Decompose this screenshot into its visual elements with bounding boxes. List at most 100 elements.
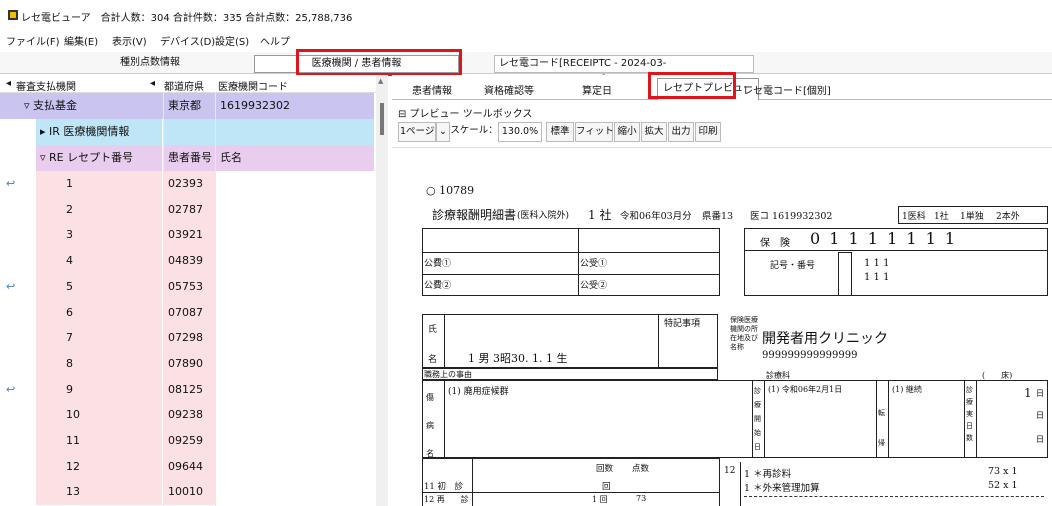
item2-val: 52 x 1 xyxy=(988,480,1018,491)
receipt-no: 4 xyxy=(36,248,162,275)
tab-receden[interactable]: レセ電コード[RECEIPTC - 2024-03-26T121510.220.… xyxy=(494,55,754,85)
subtab-shikaku[interactable]: 資格確認等 xyxy=(484,82,534,97)
chevron-down-icon[interactable]: ⌄ xyxy=(436,122,450,142)
export-button[interactable]: 出力 xyxy=(668,122,694,142)
receipt-row[interactable]: 11 09259 xyxy=(0,428,374,454)
receipt-row[interactable]: 3 03921 xyxy=(0,222,374,249)
toolbox-label[interactable]: ⊟ プレビュー ツールボックス xyxy=(398,105,532,120)
rule xyxy=(472,458,473,506)
scale-label: スケール： xyxy=(450,122,498,142)
scroll-up-icon[interactable]: ▲ xyxy=(378,77,383,85)
tenki1: (1) 継続 xyxy=(892,385,922,394)
menu-view[interactable]: 表示(V) xyxy=(112,33,147,48)
right-preview-pane: 患者情報 資格確認等 算定日 レセプトプレビュー レセ電コード[個別] ⊟ プレ… xyxy=(392,72,1052,506)
header-code[interactable]: 医療機関コード xyxy=(218,78,288,93)
zoom-in-button[interactable]: 拡大 xyxy=(641,122,667,142)
hoken-label: 保 険 xyxy=(760,238,790,249)
rule xyxy=(422,274,720,275)
tree-re-label: ▿ RE レセプト番号 xyxy=(36,145,162,171)
ir-col3 xyxy=(216,119,374,145)
rule xyxy=(578,228,579,296)
receipt-row[interactable]: 7 07298 xyxy=(0,325,374,352)
re-col2: 患者番号 xyxy=(164,145,216,171)
receipt-row[interactable]: 13 10010 xyxy=(0,479,374,506)
shoshin-label: 11 初 診 xyxy=(424,482,464,492)
receipt-box3: 1単独 xyxy=(960,212,984,222)
receipt-row[interactable]: 12 09644 xyxy=(0,453,374,480)
byomei-label: 傷病名 xyxy=(426,393,434,458)
patient-name xyxy=(216,273,374,300)
patient-name xyxy=(216,248,374,275)
unit-day: 日 xyxy=(1036,411,1044,420)
receipt-no: 7 xyxy=(36,325,162,352)
expand-down-icon[interactable]: ▿ xyxy=(40,151,49,164)
receipt-no: 8 xyxy=(36,350,162,377)
receipt-box1: 1医科 xyxy=(902,212,926,222)
receipt-pref-no: 県番13 xyxy=(702,211,734,222)
dashed-rule xyxy=(744,496,1044,497)
patient-no: 08125 xyxy=(164,376,216,403)
patient-no: 02393 xyxy=(164,171,216,197)
menu-device[interactable]: デバイス(D) xyxy=(160,33,215,48)
receipt-row[interactable]: 8 07890 xyxy=(0,350,374,377)
fit-button[interactable]: フィット xyxy=(575,122,614,142)
subtab-receden-kobetsu[interactable]: レセ電コード[個別] xyxy=(743,82,831,97)
page-select[interactable]: 1ページ xyxy=(398,122,436,142)
menu-settings[interactable]: 設定(S) xyxy=(215,33,249,48)
standard-button[interactable]: 標準 xyxy=(546,122,574,142)
receipt-title: 診療報酬明細書 xyxy=(432,208,517,222)
receipt-row[interactable]: 6 07087 xyxy=(0,299,374,326)
expand-right-icon[interactable]: ▸ xyxy=(40,125,49,138)
header-shinsa-icon[interactable]: ◂ xyxy=(6,78,11,89)
juku2-label: 公受② xyxy=(580,281,608,291)
item2: 1 ＊外来管理加算 xyxy=(744,483,820,494)
receipt-shaho: 1 社 xyxy=(588,208,612,222)
patient-name xyxy=(216,428,374,454)
highlight-preview-tab xyxy=(648,72,736,99)
scrollbar-thumb[interactable] xyxy=(380,103,384,135)
print-button[interactable]: 印刷 xyxy=(695,122,721,142)
item1: 1 ＊再診料 xyxy=(744,469,792,480)
tokki-label: 特記事項 xyxy=(664,319,701,329)
receipt-row[interactable]: ↩ 9 08125 xyxy=(0,376,374,403)
receipt-row[interactable]: 2 02787 xyxy=(0,196,374,223)
tree-row-payer[interactable]: ▿ 支払基金 東京都 1619932302 xyxy=(0,93,374,119)
left-tree-pane: ◂ 審査支払機関 ◂ 都道府県 医療機関コード ▿ 支払基金 東京都 16199… xyxy=(0,75,388,506)
left-scrollbar[interactable]: ▲ xyxy=(376,75,388,506)
receipt-row[interactable]: 4 04839 xyxy=(0,248,374,275)
return-arrow-icon: ↩ xyxy=(6,177,16,190)
nissu-label: 診療実日数 xyxy=(966,386,973,442)
header-pref-icon[interactable]: ◂ xyxy=(150,78,155,89)
tree-header: ◂ 審査支払機関 ◂ 都道府県 医療機関コード xyxy=(0,75,388,93)
patient-name xyxy=(216,350,374,377)
shokumu-label: 職務上の事由 xyxy=(424,370,472,379)
receipt-row[interactable]: 10 09238 xyxy=(0,402,374,429)
unit-day: 日 xyxy=(1036,435,1044,444)
patient-name xyxy=(216,376,374,403)
header-pref[interactable]: 都道府県 xyxy=(164,78,204,93)
menu-help[interactable]: ヘルプ xyxy=(260,33,290,48)
tree-row-ir[interactable]: ▸ IR 医療機関情報 xyxy=(0,119,374,145)
tree-row-re[interactable]: ▿ RE レセプト番号 患者番号 氏名 xyxy=(0,145,374,171)
receipt-no: 13 xyxy=(36,479,162,506)
receipt-row[interactable]: ↩ 1 02393 xyxy=(0,171,374,197)
patient-no: 09238 xyxy=(164,402,216,429)
receipt-date: 令和06年03月分 xyxy=(620,211,692,222)
mei-label: 名 xyxy=(428,355,438,365)
shrink-button[interactable]: 縮小 xyxy=(614,122,640,142)
receipt-no: 12 xyxy=(36,453,162,480)
subtab-kanja[interactable]: 患者情報 xyxy=(412,82,452,97)
item-code1: 12 xyxy=(724,466,736,476)
menu-file[interactable]: ファイル(F) xyxy=(6,33,60,48)
receipt-row[interactable]: ↩ 5 05753 xyxy=(0,273,374,300)
expand-down-icon[interactable]: ▿ xyxy=(24,99,33,112)
scale-input[interactable]: 130.0% xyxy=(498,122,542,142)
subtab-santeibi[interactable]: 算定日 xyxy=(582,82,612,97)
patient-no: 10010 xyxy=(164,479,216,506)
header-shinsa[interactable]: 審査支払機関 xyxy=(16,78,76,93)
receipt-no: 11 xyxy=(36,428,162,454)
tab-shubetsu[interactable]: 種別点数情報 xyxy=(100,55,200,73)
menu-edit[interactable]: 編集(E) xyxy=(64,33,98,48)
patient-name xyxy=(216,196,374,223)
patient-name xyxy=(216,453,374,480)
